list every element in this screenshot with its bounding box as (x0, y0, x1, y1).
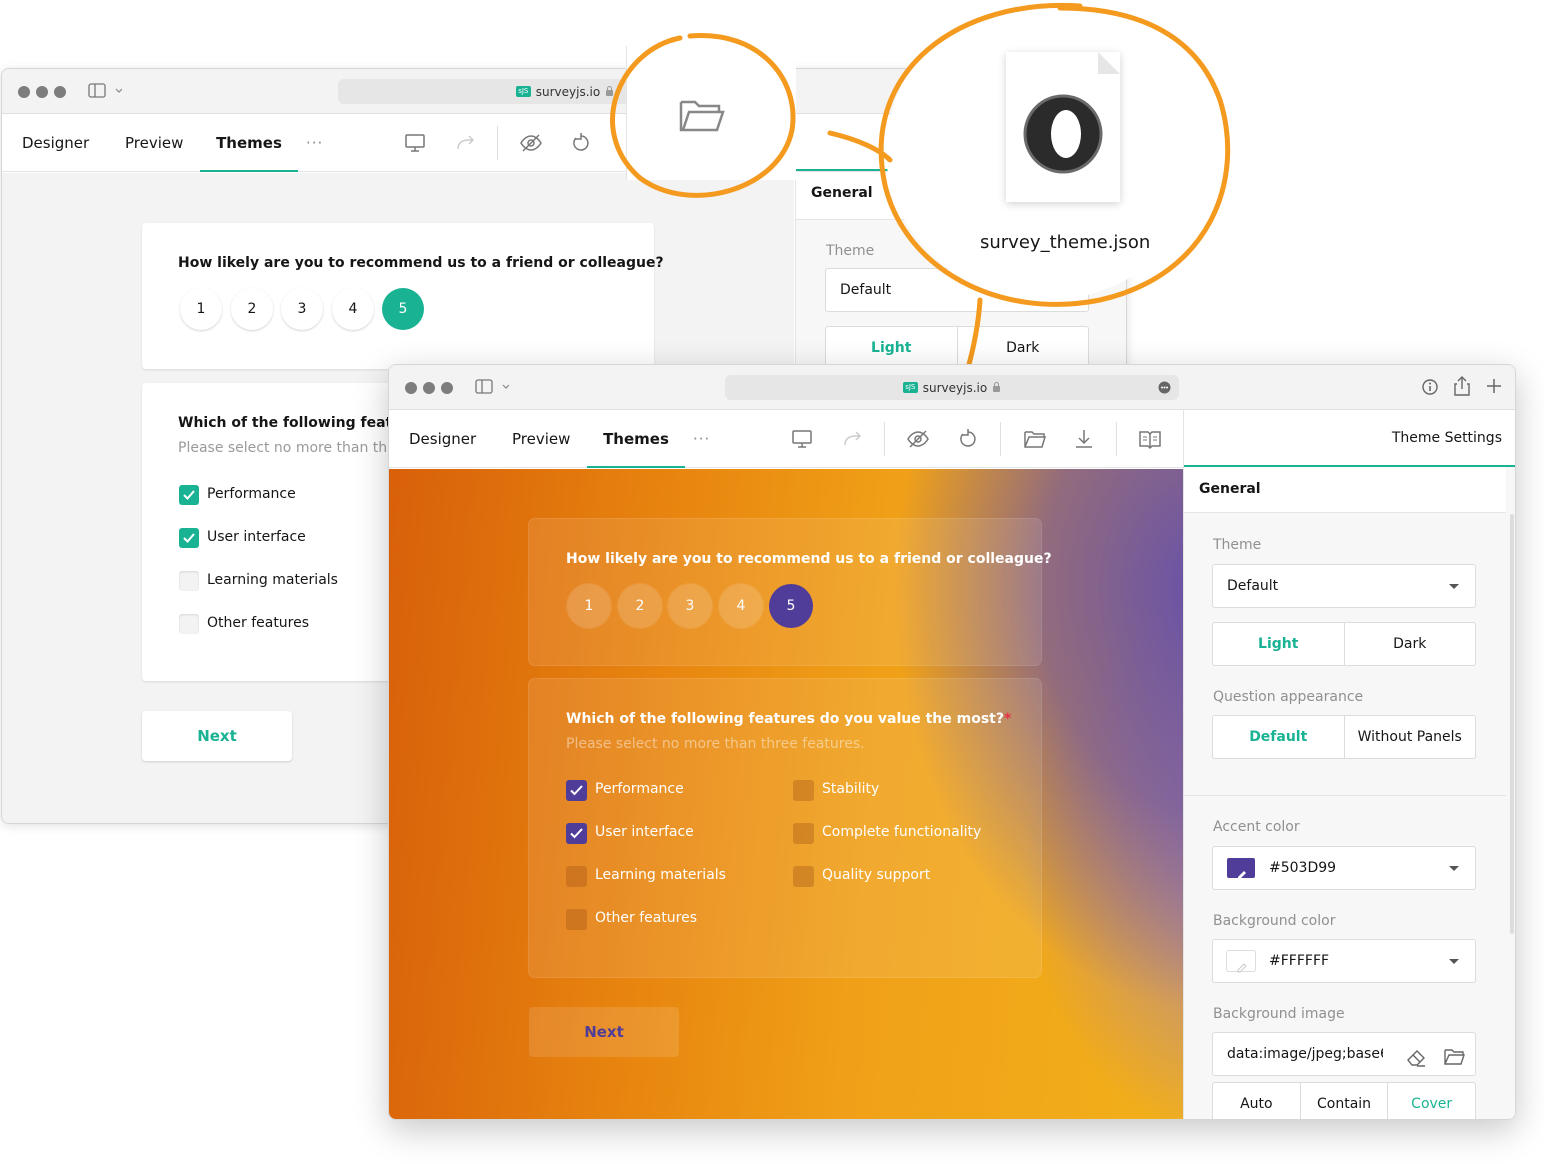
checkbox-label: Complete functionality (822, 824, 982, 840)
background-color-value: #FFFFFF (1269, 953, 1330, 969)
accent-color-value: #503D99 (1269, 860, 1337, 876)
accent-color-field[interactable]: #503D99 (1213, 847, 1475, 889)
question-title: How likely are you to recommend us to a … (566, 551, 1052, 567)
zoom-dot[interactable] (441, 382, 453, 394)
checkbox-quality-support[interactable] (793, 866, 814, 887)
color-picker-icon[interactable] (1227, 858, 1255, 879)
chevron-down-icon (1449, 866, 1459, 871)
fit-contain-option[interactable]: Contain (1299, 1083, 1388, 1119)
section-general: General (1199, 481, 1261, 497)
checkbox-label: Other features (595, 910, 698, 926)
accent-color-label: Accent color (1213, 819, 1300, 835)
theme-label: Theme (1213, 537, 1262, 553)
theme-mode-switch: Light Dark (1213, 623, 1475, 665)
without-panels-option[interactable]: Without Panels (1343, 716, 1476, 758)
download-icon[interactable] (1073, 428, 1095, 450)
required-mark: * (1003, 711, 1012, 727)
info-icon[interactable] (1421, 378, 1439, 400)
checkbox-label: Quality support (822, 867, 931, 883)
checkbox-label: Learning materials (595, 867, 726, 883)
checkbox-label: Stability (822, 781, 880, 797)
background-image-field[interactable]: data:image/jpeg;base64 (1213, 1033, 1475, 1075)
checkbox-learning-materials[interactable] (566, 866, 587, 887)
sidebar-toggle-icon[interactable] (475, 379, 510, 399)
redo-icon[interactable] (841, 428, 863, 450)
checkbox-performance[interactable] (566, 780, 587, 801)
theme-select-value: Default (1227, 578, 1279, 594)
checkbox-stability[interactable] (793, 780, 814, 801)
file-name-label: survey_theme.json (980, 232, 1151, 253)
checkbox-user-interface[interactable] (566, 823, 587, 844)
new-tab-icon[interactable] (1486, 378, 1502, 398)
theme-settings-title: Theme Settings (1391, 430, 1502, 446)
surveyjs-logo-icon: sJS (902, 382, 918, 393)
chevron-down-icon (1449, 584, 1459, 589)
rating-item-1[interactable]: 1 (567, 584, 611, 628)
tab-themes[interactable]: Themes (587, 410, 685, 468)
chevron-down-icon (1449, 959, 1459, 964)
eraser-icon[interactable] (1405, 1043, 1427, 1075)
background-color-field[interactable]: #FFFFFF (1213, 940, 1475, 982)
background-color-label: Background color (1213, 913, 1336, 929)
book-icon[interactable] (1138, 428, 1161, 450)
checkbox-other-features[interactable] (566, 909, 587, 930)
folder-open-icon[interactable] (1443, 1043, 1465, 1075)
question-appearance-label: Question appearance (1213, 689, 1364, 705)
color-picker-icon[interactable] (1227, 951, 1255, 973)
themed-survey-canvas: How likely are you to recommend us to a … (389, 469, 1183, 1119)
background-fit-switch: Auto Contain Cover (1213, 1083, 1475, 1119)
json-file-icon (1006, 52, 1120, 202)
dark-option[interactable]: Dark (1343, 623, 1476, 665)
device-preview-icon[interactable] (791, 428, 813, 450)
question-title: Which of the following features do you v… (566, 711, 1012, 727)
tab-designer[interactable]: Designer (409, 410, 476, 468)
hide-invisible-icon[interactable] (906, 428, 929, 450)
address-text: surveyjs.io (922, 380, 988, 395)
fit-cover-option[interactable]: Cover (1387, 1083, 1475, 1119)
lock-icon (992, 381, 1001, 395)
general-section-header[interactable]: General (1184, 467, 1506, 513)
fit-auto-option[interactable]: Auto (1213, 1083, 1300, 1119)
more-options-icon[interactable] (1158, 381, 1171, 397)
question-appearance-switch: Default Without Panels (1213, 716, 1475, 758)
background-image-label: Background image (1213, 1006, 1345, 1022)
rating-item-5[interactable]: 5 (769, 584, 813, 628)
checkbox-label: User interface (595, 824, 694, 840)
browser-chrome: sJS surveyjs.io (389, 365, 1515, 410)
next-button[interactable]: Next (529, 1007, 679, 1057)
more-tabs-icon[interactable]: ··· (693, 410, 710, 468)
question-card-rating: How likely are you to recommend us to a … (529, 519, 1052, 665)
minimize-dot[interactable] (423, 382, 435, 394)
question-description: Please select no more than three feature… (566, 736, 865, 752)
rating-item-2[interactable]: 2 (618, 584, 662, 628)
panel-scrollbar[interactable] (1510, 514, 1514, 934)
default-option[interactable]: Default (1213, 716, 1344, 758)
background-image-value: data:image/jpeg;base64 (1227, 1046, 1383, 1062)
front-browser-window: sJS surveyjs.io Designer Preview Themes … (388, 364, 1516, 1120)
question-card-checkbox: Which of the following features do you v… (529, 679, 1041, 977)
rating-item-3[interactable]: 3 (668, 584, 712, 628)
theme-settings-panel: Theme Settings General Theme Default Lig… (1183, 410, 1515, 1119)
rating-item-4[interactable]: 4 (719, 584, 763, 628)
theme-select[interactable]: Default (1213, 565, 1475, 607)
open-folder-icon[interactable] (1023, 428, 1047, 450)
checkbox-label: Performance (595, 781, 684, 797)
checkbox-complete-functionality[interactable] (793, 823, 814, 844)
close-dot[interactable] (405, 382, 417, 394)
share-icon[interactable] (1453, 376, 1471, 400)
tab-preview[interactable]: Preview (512, 410, 570, 468)
light-option[interactable]: Light (1213, 623, 1344, 665)
address-bar[interactable]: sJS surveyjs.io (725, 375, 1179, 400)
reset-icon[interactable] (957, 428, 979, 450)
